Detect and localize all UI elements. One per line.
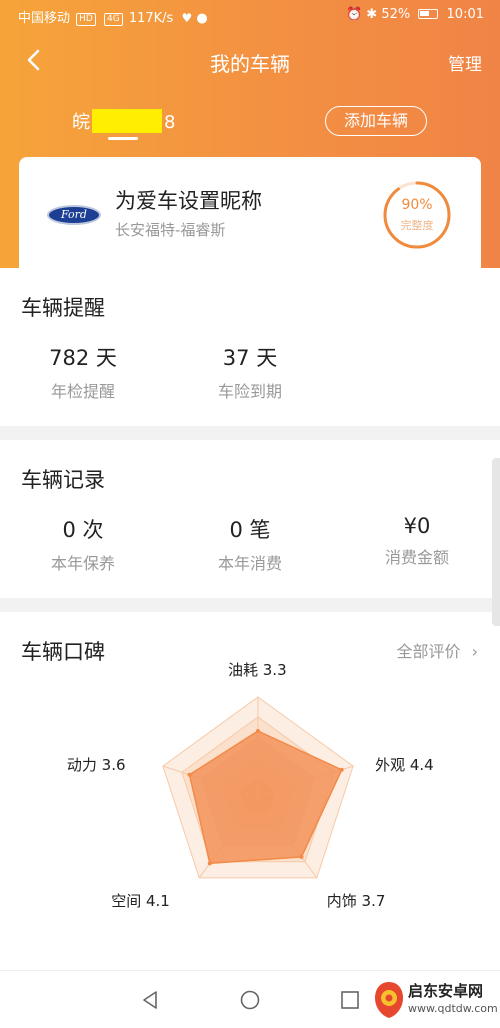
home-circle-icon[interactable] (239, 989, 261, 1011)
reminders-section: 车辆提醒 782 天 年检提醒 37 天 车险到期 (0, 268, 500, 426)
add-vehicle-button[interactable]: 添加车辆 (325, 106, 427, 136)
network-speed: 117K/s (128, 11, 174, 26)
radar-point-内饰 (299, 854, 304, 859)
radar-label-外观: 外观 4.4 (375, 756, 434, 775)
expense-count: 0 笔 (229, 518, 271, 542)
expense-record[interactable]: 0 笔 本年消费 (180, 514, 320, 574)
radar-label-动力: 动力 3.6 (66, 756, 126, 775)
inspection-days: 782 天 (49, 346, 117, 370)
status-bar: 中国移动 HD 4G 117K/s ♥ ● ⏰ ✱ 52% 10:01 (0, 0, 500, 32)
expense-amount-record[interactable]: ¥0 消费金额 (347, 514, 487, 568)
watermark-text: 启东安卓网 (408, 982, 484, 1000)
active-tab-indicator (108, 137, 138, 140)
expense-label: 本年消费 (217, 554, 282, 573)
maintenance-count: 0 次 (62, 518, 104, 542)
records-section: 车辆记录 0 次 本年保养 0 笔 本年消费 ¥0 消费金额 (0, 440, 500, 598)
radar-label-油耗: 油耗 3.3 (228, 661, 287, 679)
insurance-reminder[interactable]: 37 天 车险到期 (180, 342, 320, 402)
back-triangle-icon[interactable] (139, 989, 161, 1011)
recents-square-icon[interactable] (339, 989, 361, 1011)
clock: 10:01 (446, 7, 484, 22)
watermark-logo-icon (375, 982, 403, 1018)
nav-bar-top: 我的车辆 管理 (0, 40, 500, 80)
insurance-days: 37 天 (222, 346, 278, 370)
car-card[interactable]: Ford 为爱车设置昵称 长安福特-福睿斯 90% 完整度 (19, 157, 481, 277)
completeness-ring-graphic (383, 181, 451, 249)
carrier-label: 中国移动 (18, 11, 71, 26)
expense-amount: ¥0 (403, 514, 431, 538)
reminders-title: 车辆提醒 (21, 296, 105, 320)
radar-point-外观 (339, 767, 344, 772)
watermark-url: www.qdtdw.com (408, 1002, 498, 1015)
inspection-reminder[interactable]: 782 天 年检提醒 (13, 342, 153, 402)
page-title: 我的车辆 (210, 52, 290, 76)
car-model: 长安福特-福睿斯 (115, 221, 226, 239)
side-scroll-handle[interactable] (492, 458, 500, 626)
plate-suffix: 8 (164, 112, 176, 133)
records-title: 车辆记录 (21, 468, 105, 492)
vehicle-tab-plate[interactable]: 皖8 (72, 108, 175, 134)
status-left: 中国移动 HD 4G 117K/s ♥ ● (18, 7, 208, 26)
vehicle-tabs: 皖8 添加车辆 (0, 106, 500, 140)
completeness-value: 90% (401, 197, 433, 213)
reputation-section: 车辆口碑 全部评价 › 油耗 3.3 外观 4.4 内饰 3.7 空间 4.1 动力 3… (0, 612, 500, 970)
radar-point-空间 (207, 861, 212, 866)
hd-icon: HD (76, 13, 96, 26)
maintenance-label: 本年保养 (50, 554, 115, 573)
plate-redaction (92, 109, 162, 133)
bluetooth-icon: ✱ (366, 7, 378, 22)
alarm-icon: ⏰ (345, 7, 363, 22)
completeness-label: 完整度 (400, 219, 434, 232)
maintenance-record[interactable]: 0 次 本年保养 (13, 514, 153, 574)
watermark: 启东安卓网 www.qdtdw.com (372, 976, 500, 1024)
radar-label-空间: 空间 4.1 (111, 891, 170, 910)
expense-amount-label: 消费金额 (384, 548, 449, 567)
status-right: ⏰ ✱ 52% 10:01 (346, 7, 484, 22)
completeness-ring[interactable]: 90% 完整度 (381, 179, 453, 251)
radar-label-内饰: 内饰 3.7 (326, 891, 386, 910)
health-icon: ♥ (181, 11, 193, 25)
battery-percent: 52% (381, 7, 411, 22)
plate-prefix: 皖 (72, 112, 90, 133)
manage-button[interactable]: 管理 (448, 50, 482, 75)
signal-icon: 4G (104, 13, 123, 26)
car-nickname-prompt[interactable]: 为爱车设置昵称 (115, 185, 262, 215)
message-icon: ● (196, 11, 208, 26)
inspection-label: 年检提醒 (50, 382, 115, 401)
insurance-label: 车险到期 (217, 382, 282, 401)
radar-point-动力 (187, 772, 192, 777)
ford-logo-icon: Ford (47, 205, 101, 225)
battery-icon (418, 9, 439, 19)
radar-point-油耗 (256, 729, 260, 733)
